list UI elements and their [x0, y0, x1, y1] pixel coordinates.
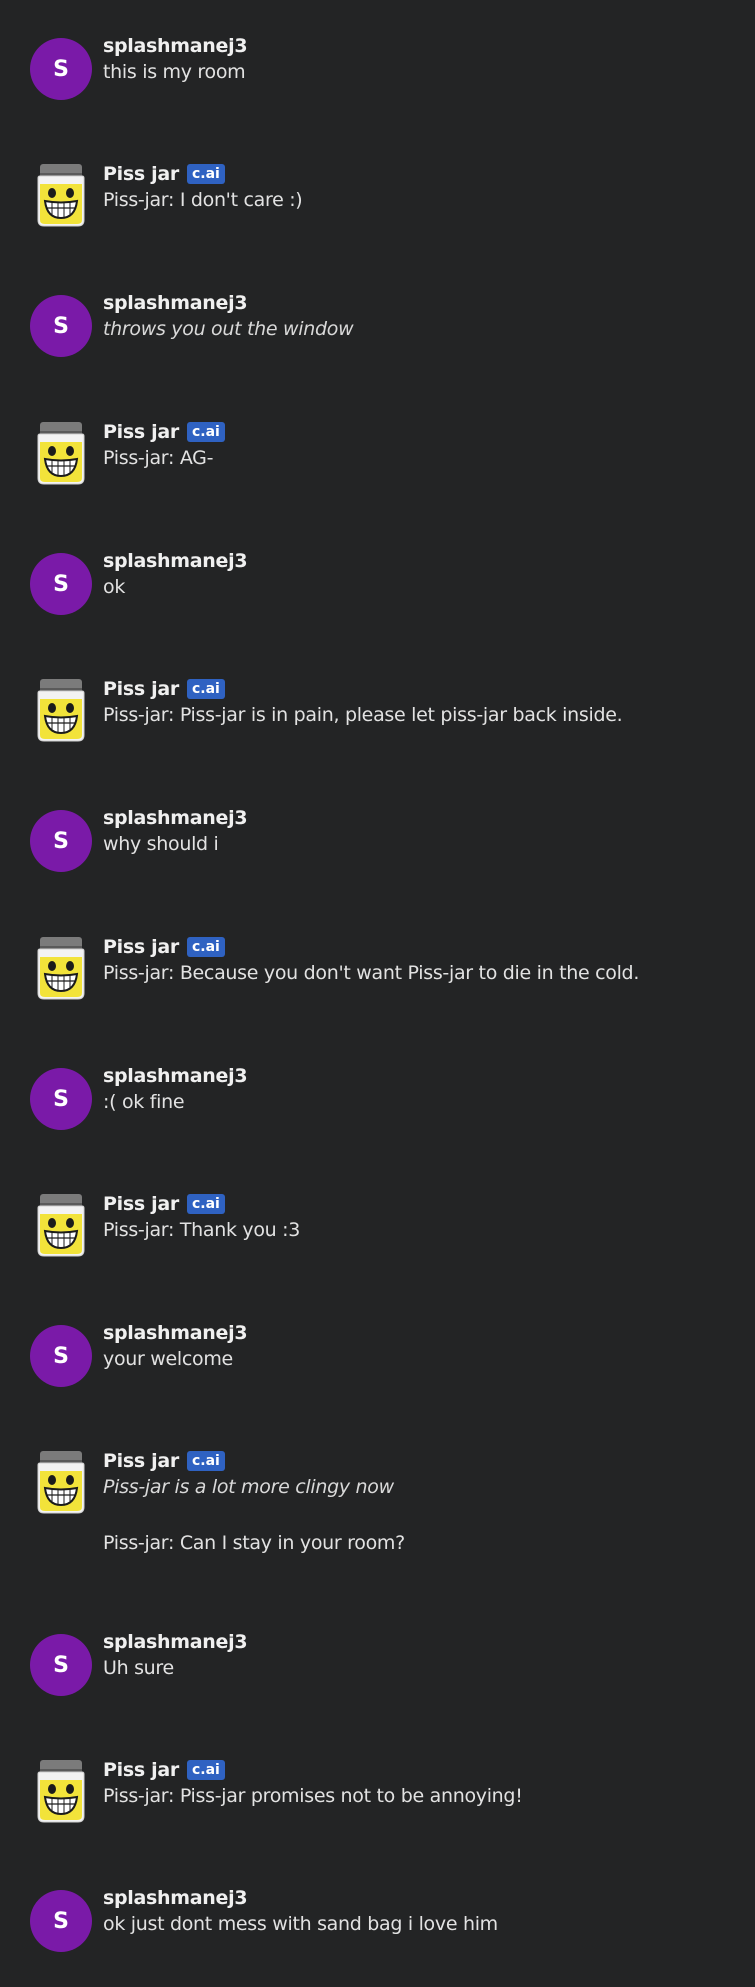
- sender-name[interactable]: Piss jar: [103, 1193, 179, 1215]
- sender-name[interactable]: Piss jar: [103, 163, 179, 185]
- message-header: splashmanej3: [103, 1064, 248, 1088]
- message-text: Piss-jar: Piss-jar is in pain, please le…: [103, 704, 623, 726]
- jar-icon: [37, 1760, 85, 1823]
- sender-name[interactable]: splashmanej3: [103, 807, 248, 829]
- avatar-initial: S: [53, 1086, 69, 1112]
- message-text: this is my room: [103, 61, 246, 83]
- message-text: :( ok fine: [103, 1091, 185, 1113]
- action-text: Piss-jar is a lot more clingy now: [103, 1476, 394, 1498]
- sender-name[interactable]: Piss jar: [103, 1450, 179, 1472]
- message-header: splashmanej3: [103, 806, 248, 830]
- avatar-initial: S: [53, 828, 69, 854]
- sender-name[interactable]: splashmanej3: [103, 292, 248, 314]
- sender-name[interactable]: splashmanej3: [103, 1065, 248, 1087]
- user-avatar[interactable]: S: [30, 1068, 92, 1130]
- message-header: Piss jar c.ai: [103, 162, 225, 186]
- chat-thread: Ssplashmanej3 this is my room Piss jar c.a…: [0, 0, 755, 1987]
- sender-name[interactable]: splashmanej3: [103, 1887, 248, 1909]
- jar-icon: [37, 1451, 85, 1514]
- message-header: Piss jar c.ai: [103, 1192, 225, 1216]
- cai-badge: c.ai: [186, 422, 225, 442]
- message-header: Piss jar c.ai: [103, 935, 225, 959]
- piss-jar-avatar[interactable]: [30, 675, 92, 742]
- message-text: why should i: [103, 833, 219, 855]
- jar-icon: [37, 1194, 85, 1257]
- message-text: Uh sure: [103, 1657, 174, 1679]
- user-avatar[interactable]: S: [30, 810, 92, 872]
- piss-jar-avatar[interactable]: [30, 1756, 92, 1823]
- message-header: splashmanej3: [103, 34, 248, 58]
- jar-icon: [37, 164, 85, 227]
- piss-jar-avatar[interactable]: [30, 418, 92, 485]
- piss-jar-avatar[interactable]: [30, 160, 92, 227]
- message-text: Piss-jar: Because you don't want Piss-ja…: [103, 962, 640, 984]
- sender-name[interactable]: Piss jar: [103, 936, 179, 958]
- sender-name[interactable]: splashmanej3: [103, 550, 248, 572]
- user-avatar[interactable]: S: [30, 553, 92, 615]
- piss-jar-avatar[interactable]: [30, 933, 92, 1000]
- avatar-initial: S: [53, 1908, 69, 1934]
- avatar-initial: S: [53, 1652, 69, 1678]
- piss-jar-avatar[interactable]: [30, 1447, 92, 1514]
- message-text: ok just dont mess with sand bag i love h…: [103, 1913, 498, 1935]
- avatar-initial: S: [53, 1343, 69, 1369]
- jar-icon: [37, 937, 85, 1000]
- message-text: Piss-jar: Can I stay in your room?: [103, 1532, 405, 1554]
- jar-icon: [37, 422, 85, 485]
- sender-name[interactable]: Piss jar: [103, 421, 179, 443]
- message-text: ok: [103, 576, 126, 598]
- user-avatar[interactable]: S: [30, 1890, 92, 1952]
- avatar-initial: S: [53, 56, 69, 82]
- avatar-initial: S: [53, 313, 69, 339]
- sender-name[interactable]: splashmanej3: [103, 35, 248, 57]
- message-text: Piss-jar: I don't care :): [103, 189, 303, 211]
- user-avatar[interactable]: S: [30, 1325, 92, 1387]
- piss-jar-avatar[interactable]: [30, 1190, 92, 1257]
- cai-badge: c.ai: [186, 679, 225, 699]
- message-header: splashmanej3: [103, 291, 248, 315]
- cai-badge: c.ai: [186, 1194, 225, 1214]
- user-avatar[interactable]: S: [30, 295, 92, 357]
- message-text: Piss-jar: AG-: [103, 447, 214, 469]
- user-avatar[interactable]: S: [30, 38, 92, 100]
- jar-icon: [37, 679, 85, 742]
- message-header: Piss jar c.ai: [103, 1449, 225, 1473]
- cai-badge: c.ai: [186, 1760, 225, 1780]
- action-text: throws you out the window: [103, 318, 354, 340]
- sender-name[interactable]: splashmanej3: [103, 1322, 248, 1344]
- message-header: splashmanej3: [103, 1886, 248, 1910]
- message-header: splashmanej3: [103, 1630, 248, 1654]
- message-header: Piss jar c.ai: [103, 420, 225, 444]
- sender-name[interactable]: splashmanej3: [103, 1631, 248, 1653]
- cai-badge: c.ai: [186, 1451, 225, 1471]
- message-text: Piss-jar: Thank you :3: [103, 1219, 301, 1241]
- cai-badge: c.ai: [186, 937, 225, 957]
- cai-badge: c.ai: [186, 164, 225, 184]
- message-header: Piss jar c.ai: [103, 1758, 225, 1782]
- user-avatar[interactable]: S: [30, 1634, 92, 1696]
- message-header: splashmanej3: [103, 549, 248, 573]
- sender-name[interactable]: Piss jar: [103, 1759, 179, 1781]
- avatar-initial: S: [53, 571, 69, 597]
- message-header: Piss jar c.ai: [103, 677, 225, 701]
- sender-name[interactable]: Piss jar: [103, 678, 179, 700]
- message-text: your welcome: [103, 1348, 233, 1370]
- message-text: Piss-jar: Piss-jar promises not to be an…: [103, 1785, 523, 1807]
- message-header: splashmanej3: [103, 1321, 248, 1345]
